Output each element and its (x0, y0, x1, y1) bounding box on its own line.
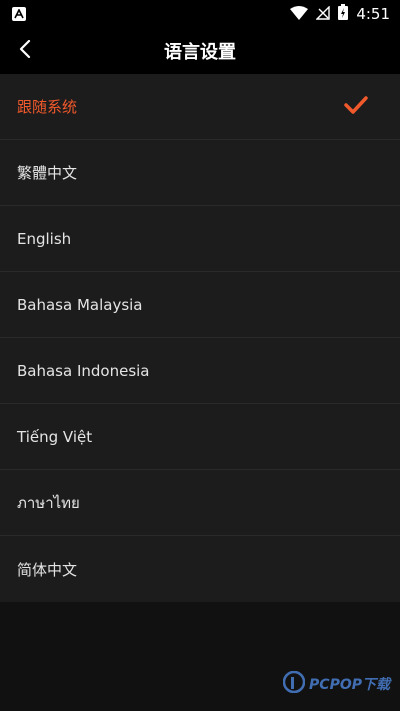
language-label: English (17, 229, 72, 248)
top-app-bar: 语言设置 (0, 28, 400, 74)
language-option-vietnamese[interactable]: Tiếng Việt (0, 404, 400, 470)
back-button[interactable] (10, 36, 40, 66)
status-bar: 4:51 (0, 0, 400, 28)
watermark-text: PCPOP下载 (309, 677, 390, 693)
app-a-icon (12, 7, 26, 21)
no-signal-icon (315, 4, 331, 24)
language-label: 简体中文 (17, 560, 78, 579)
language-option-thai[interactable]: ภาษาไทย (0, 470, 400, 536)
language-label: ภาษาไทย (17, 493, 80, 512)
language-option-follow-system[interactable]: 跟随系统 (0, 74, 400, 140)
battery-charging-icon (338, 4, 349, 24)
language-option-malay[interactable]: Bahasa Malaysia (0, 272, 400, 338)
language-label: Bahasa Indonesia (17, 361, 150, 380)
watermark: PCPOP下载 (282, 670, 390, 697)
language-list: 跟随系统 繁體中文 English Bahasa Malaysia Bahasa… (0, 74, 400, 602)
language-option-simplified-chinese[interactable]: 简体中文 (0, 536, 400, 602)
checkmark-icon (344, 95, 368, 118)
pcpop-logo-icon (282, 670, 306, 697)
page-title: 语言设置 (164, 42, 236, 63)
language-label: 繁體中文 (17, 164, 78, 182)
language-option-english[interactable]: English (0, 206, 400, 272)
language-option-traditional-chinese[interactable]: 繁體中文 (0, 140, 400, 206)
language-option-indonesian[interactable]: Bahasa Indonesia (0, 338, 400, 404)
language-label: Bahasa Malaysia (17, 295, 143, 314)
wifi-icon (290, 5, 309, 24)
language-label: 跟随系统 (17, 98, 78, 116)
chevron-left-icon (19, 39, 31, 62)
language-label: Tiếng Việt (17, 427, 93, 446)
status-time: 4:51 (356, 5, 390, 23)
